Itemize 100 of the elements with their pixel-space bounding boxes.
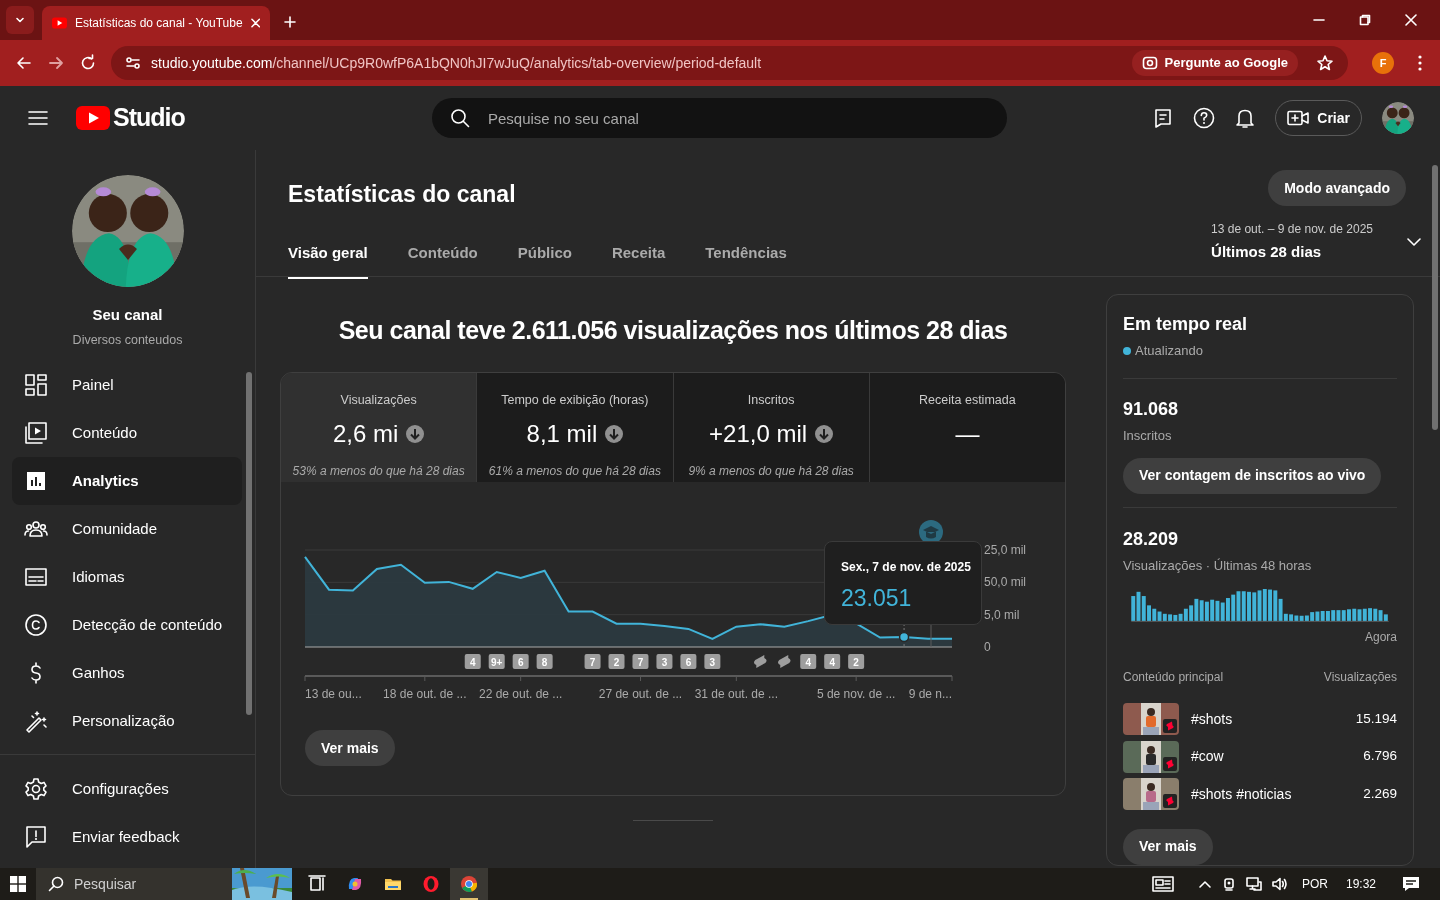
period-range: 13 de out. – 9 de nov. de 2025: [1211, 221, 1373, 238]
axis-tick-label: 25,0 mil: [984, 543, 1027, 557]
menu-icon[interactable]: [28, 110, 48, 126]
address-bar[interactable]: studio.youtube.com/channel/UCp9R0wfP6A1bQN0hJI7wJuQ/analytics/tab-overview/period-default Pergunte ao Google: [111, 46, 1348, 80]
content-title: #shots: [1191, 709, 1234, 729]
content-views: 2.269: [1363, 785, 1397, 804]
metric-card[interactable]: Tempo de exibição (horas) 8,1 mil 61% a menos do que há 28 dias: [477, 373, 674, 482]
restore-icon[interactable]: [1359, 14, 1371, 26]
channel-name: Seu canal: [91, 305, 164, 325]
axis-tick-label: 5 de nov. de ...: [816, 687, 896, 701]
back-icon[interactable]: [15, 54, 33, 72]
see-more-button[interactable]: Ver mais: [305, 730, 395, 766]
period-label: Últimos 28 dias: [1211, 242, 1323, 262]
graduation-cap-icon: [919, 520, 943, 544]
chevron-up-icon[interactable]: [1197, 879, 1212, 889]
tab[interactable]: Público: [517, 241, 572, 279]
help-icon[interactable]: [1193, 107, 1216, 129]
ask-google-button[interactable]: Pergunte ao Google: [1132, 50, 1298, 76]
axis-tick-label: 5,0 mil: [984, 607, 1020, 622]
copilot-icon[interactable]: [346, 875, 364, 893]
sidebar-item[interactable]: Idiomas: [12, 553, 242, 602]
sidebar-item[interactable]: Painel: [12, 361, 242, 410]
headline: Seu canal teve 2.611.056 visualizações nos últimos 28 dias: [337, 315, 1009, 342]
metric-card[interactable]: Inscritos +21,0 mil 9% a menos do que há 28 dias: [673, 373, 870, 482]
axis-tick-label: 50,0 mil: [984, 575, 1027, 590]
shorts-icon[interactable]: [777, 655, 791, 668]
metric-card[interactable]: Visualizações 2,6 mi 53% a menos do que há 28 dias: [281, 373, 478, 482]
tab[interactable]: Tendências: [705, 241, 787, 279]
copyright-icon: [24, 613, 48, 638]
subscriber-label: Inscritos: [1123, 427, 1173, 446]
forward-icon[interactable]: [47, 54, 65, 72]
tab-title: Estatísticas do canal - YouTube: [74, 15, 243, 32]
tab[interactable]: Receita: [611, 241, 666, 279]
axis-tick-label: 0: [984, 640, 991, 654]
reload-icon[interactable]: [79, 54, 97, 72]
metric-value: 2,6 mi: [332, 418, 399, 449]
network-icon[interactable]: [1245, 877, 1262, 891]
column-header: Conteúdo principal: [1123, 669, 1224, 687]
content-row[interactable]: #shots 15.194: [1123, 700, 1397, 738]
sidebar-item[interactable]: Configurações: [12, 765, 242, 813]
language-indicator[interactable]: POR: [1301, 875, 1328, 893]
sidebar-item[interactable]: Personalização: [12, 697, 242, 746]
metric-value: —: [955, 418, 980, 449]
metric-label: Receita estimada: [919, 392, 1016, 409]
metric-card[interactable]: Receita estimada —: [869, 373, 1065, 482]
metric-comparison: 53% a menos do que há 28 dias: [292, 462, 465, 480]
sidebar-item[interactable]: Enviar feedback: [12, 813, 242, 861]
settings-icon: [24, 777, 48, 801]
content-row[interactable]: #cow 6.796: [1123, 737, 1397, 776]
clock[interactable]: 19:32: [1345, 875, 1376, 893]
shorts-icon: [1163, 719, 1177, 733]
panel-title: Em tempo real: [1123, 313, 1249, 336]
shorts-icon[interactable]: [754, 655, 767, 668]
tab[interactable]: Conteúdo: [407, 241, 478, 279]
close-icon[interactable]: [1405, 14, 1417, 26]
task-view-icon[interactable]: [308, 875, 326, 893]
axis-tick-label: 13 de ou...: [305, 687, 362, 701]
dashboard-icon: [24, 373, 48, 398]
axis-tick-label: 27 de out. de ...: [598, 687, 683, 701]
sidebar-item[interactable]: Conteúdo: [12, 409, 242, 458]
youtube-logo-icon: [76, 106, 110, 130]
metric-label: Visualizações: [340, 392, 417, 409]
tab[interactable]: Visão geral: [288, 241, 368, 279]
notification-icon[interactable]: [1402, 876, 1420, 892]
chrome-icon[interactable]: [460, 875, 478, 893]
taskbar-search[interactable]: Pesquisar: [36, 868, 232, 900]
chevron-down-icon[interactable]: [1407, 236, 1421, 247]
notifications-icon[interactable]: [1235, 107, 1256, 129]
status-text: Atualizando: [1135, 342, 1203, 360]
search-field[interactable]: Pesquise no seu canal: [432, 98, 1007, 138]
feedback-icon: [24, 825, 48, 849]
page-title: Estatísticas do canal: [288, 180, 517, 209]
live-count-button[interactable]: Ver contagem de inscritos ao vivo: [1123, 457, 1382, 494]
axis-tick-label: 22 de out. de ...: [478, 687, 563, 701]
sidebar-item[interactable]: Detecção de conteúdo: [12, 601, 242, 650]
advanced-mode-button[interactable]: Modo avançado: [1268, 170, 1406, 206]
feedback-icon[interactable]: [1153, 108, 1174, 128]
volume-icon[interactable]: [1271, 877, 1288, 891]
opera-icon[interactable]: [422, 875, 440, 893]
views-count: 28.209: [1123, 527, 1180, 551]
see-more-button[interactable]: Ver mais: [1123, 829, 1213, 865]
content-row[interactable]: #shots #noticias 2.269: [1123, 775, 1397, 813]
sidebar-item[interactable]: Comunidade: [12, 505, 242, 554]
camera-icon[interactable]: [1221, 877, 1236, 891]
scrollbar-thumb[interactable]: [1432, 165, 1438, 430]
windows-icon[interactable]: [10, 876, 26, 892]
star-icon[interactable]: [1316, 54, 1334, 72]
browser-tab[interactable]: Estatísticas do canal - YouTube: [42, 6, 270, 40]
sidebar-item[interactable]: Ganhos: [12, 649, 242, 698]
scrollbar-thumb[interactable]: [246, 372, 252, 715]
sidebar-item[interactable]: Analytics: [12, 457, 242, 506]
views-label: Visualizações · Últimas 48 horas: [1123, 556, 1313, 575]
news-icon[interactable]: [1151, 876, 1174, 892]
video-library-icon: [24, 421, 48, 446]
site-settings-icon[interactable]: [125, 55, 141, 71]
close-icon[interactable]: [250, 18, 260, 28]
magic-wand-icon: [24, 709, 48, 734]
more-icon[interactable]: [1418, 55, 1422, 71]
lens-icon: [1142, 55, 1159, 71]
shorts-icon: [1163, 794, 1177, 809]
